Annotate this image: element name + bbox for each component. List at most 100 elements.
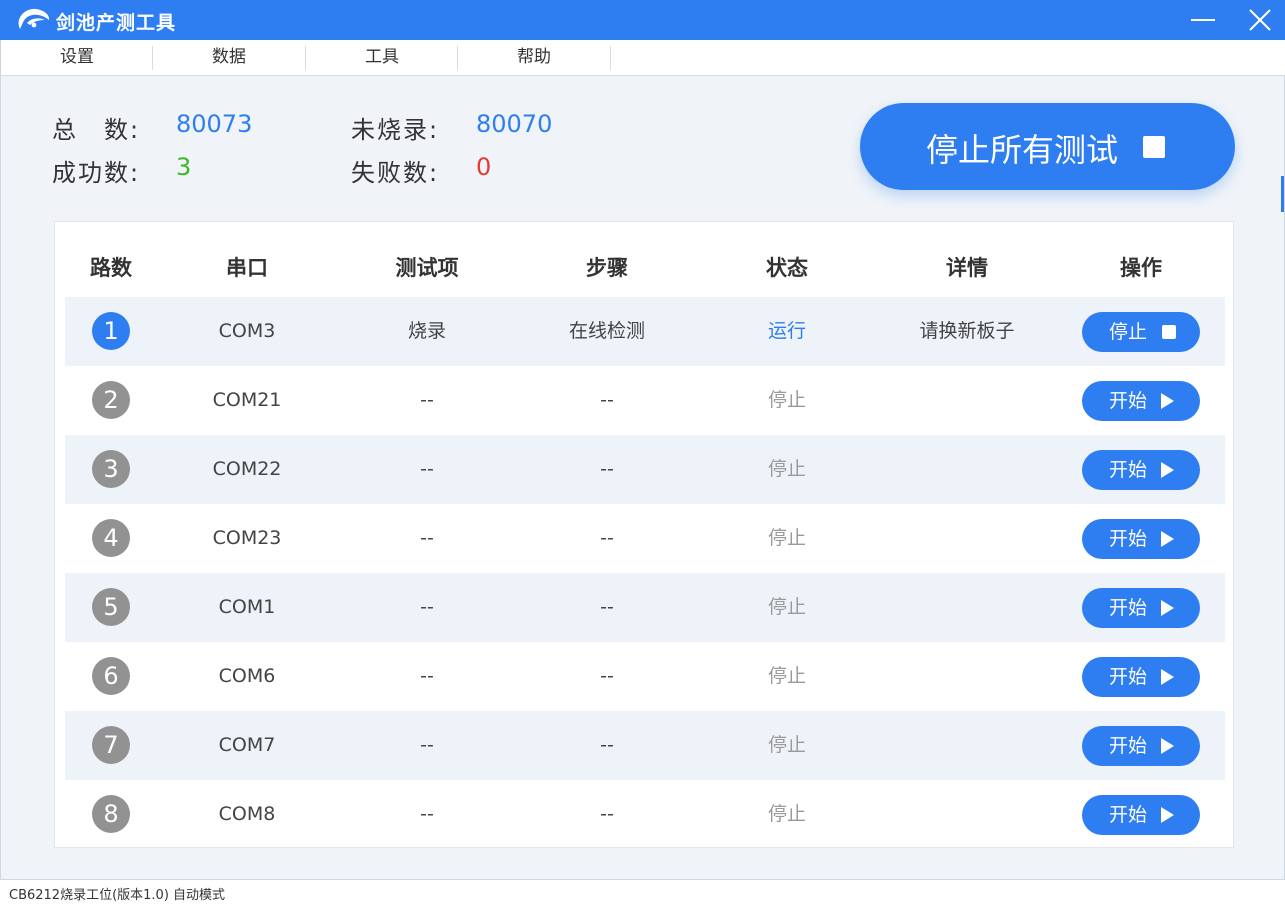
- channel-table: 路数 串口 测试项 步骤 状态 详情 操作 1 COM3 烧录 在线检测 运行 请换新板子…: [54, 221, 1234, 848]
- start-channel-button[interactable]: 开始: [1082, 726, 1200, 766]
- start-channel-button[interactable]: 开始: [1082, 657, 1200, 697]
- header-test-item: 测试项: [395, 256, 459, 280]
- detail-cell: [877, 366, 1057, 435]
- channel-number-badge: 8: [92, 795, 130, 833]
- app-title: 剑池产测工具: [56, 12, 177, 34]
- stop-all-tests-button[interactable]: 停止所有测试: [860, 103, 1235, 190]
- fail-count-label: 失败数:: [351, 159, 440, 187]
- header-action: 操作: [1120, 256, 1162, 280]
- start-channel-button[interactable]: 开始: [1082, 588, 1200, 628]
- step-cell: 在线检测: [568, 320, 645, 342]
- app-logo-icon: [18, 8, 50, 29]
- header-channel: 路数: [90, 256, 132, 280]
- menu-help[interactable]: 帮助: [458, 40, 610, 75]
- action-label: 开始: [1109, 666, 1148, 688]
- status-cell: 停止: [767, 803, 806, 825]
- table-row: 1 COM3 烧录 在线检测 运行 请换新板子 停止: [65, 297, 1225, 366]
- unburned-count-label: 未烧录:: [351, 116, 440, 144]
- play-icon: [1161, 462, 1174, 478]
- test-item-cell: 烧录: [407, 320, 446, 342]
- channel-number-badge: 4: [92, 519, 130, 557]
- test-item-cell: --: [420, 596, 434, 618]
- table-row: 3 COM22 -- -- 停止 开始: [65, 435, 1225, 504]
- header-step: 步骤: [586, 256, 628, 280]
- channel-number-badge: 7: [92, 726, 130, 764]
- minimize-icon: [1191, 19, 1215, 21]
- menu-settings[interactable]: 设置: [1, 40, 153, 75]
- step-cell: --: [600, 803, 614, 825]
- detail-cell: [877, 642, 1057, 711]
- action-label: 开始: [1109, 528, 1148, 550]
- detail-cell: 请换新板子: [919, 320, 1015, 342]
- header-detail: 详情: [946, 256, 988, 280]
- status-cell: 停止: [767, 596, 806, 618]
- step-cell: --: [600, 734, 614, 756]
- status-cell: 运行: [767, 320, 806, 342]
- success-count-value: 3: [176, 153, 192, 181]
- close-button[interactable]: [1243, 6, 1277, 34]
- table-row: 7 COM7 -- -- 停止 开始: [65, 711, 1225, 780]
- port-cell: COM22: [212, 458, 282, 480]
- fail-count-value: 0: [476, 153, 492, 181]
- status-text: CB6212烧录工位(版本1.0) 自动模式: [9, 888, 226, 903]
- action-label: 开始: [1109, 390, 1148, 412]
- port-cell: COM23: [212, 527, 282, 549]
- stop-icon: [1162, 325, 1176, 339]
- test-item-cell: --: [420, 458, 434, 480]
- menu-tools[interactable]: 工具: [306, 40, 458, 75]
- play-icon: [1161, 600, 1174, 616]
- start-channel-button[interactable]: 开始: [1082, 450, 1200, 490]
- play-icon: [1161, 807, 1174, 823]
- port-cell: COM7: [218, 734, 276, 756]
- start-channel-button[interactable]: 开始: [1082, 795, 1200, 835]
- step-cell: --: [600, 527, 614, 549]
- main-content: 总 数: 80073 未烧录: 80070 成功数: 3 失败数: 0 停止所有…: [0, 76, 1285, 879]
- step-cell: --: [600, 458, 614, 480]
- channel-number-badge: 3: [92, 450, 130, 488]
- start-channel-button[interactable]: 开始: [1082, 381, 1200, 421]
- status-bar: CB6212烧录工位(版本1.0) 自动模式: [0, 879, 1285, 905]
- play-icon: [1161, 393, 1174, 409]
- port-cell: COM1: [218, 596, 276, 618]
- minimize-button[interactable]: [1187, 6, 1221, 34]
- status-cell: 停止: [767, 734, 806, 756]
- play-icon: [1161, 669, 1174, 685]
- status-cell: 停止: [767, 527, 806, 549]
- channel-number-badge: 2: [92, 381, 130, 419]
- channel-number-badge: 5: [92, 588, 130, 626]
- test-item-cell: --: [420, 527, 434, 549]
- status-cell: 停止: [767, 458, 806, 480]
- test-item-cell: --: [420, 734, 434, 756]
- table-row: 2 COM21 -- -- 停止 开始: [65, 366, 1225, 435]
- close-icon: [1249, 9, 1271, 31]
- start-channel-button[interactable]: 开始: [1082, 519, 1200, 559]
- unburned-count-value: 80070: [476, 110, 553, 138]
- action-label: 停止: [1109, 321, 1148, 343]
- action-label: 开始: [1109, 597, 1148, 619]
- stop-all-tests-label: 停止所有测试: [926, 131, 1119, 169]
- port-cell: COM8: [218, 803, 276, 825]
- status-cell: 停止: [767, 389, 806, 411]
- scroll-accent: [1281, 176, 1284, 212]
- stop-icon: [1143, 136, 1165, 158]
- table-row: 6 COM6 -- -- 停止 开始: [65, 642, 1225, 711]
- menu-data[interactable]: 数据: [153, 40, 305, 75]
- success-count-label: 成功数:: [52, 159, 141, 187]
- total-count-label: 总 数:: [52, 116, 141, 144]
- step-cell: --: [600, 596, 614, 618]
- play-icon: [1161, 531, 1174, 547]
- action-label: 开始: [1109, 459, 1148, 481]
- header-port: 串口: [226, 256, 268, 280]
- play-icon: [1161, 738, 1174, 754]
- table-row: 5 COM1 -- -- 停止 开始: [65, 573, 1225, 642]
- detail-cell: [877, 435, 1057, 504]
- total-count-value: 80073: [176, 110, 253, 138]
- channel-number-badge: 1: [92, 312, 130, 350]
- channel-number-badge: 6: [92, 657, 130, 695]
- stop-channel-button[interactable]: 停止: [1082, 312, 1200, 352]
- status-cell: 停止: [767, 665, 806, 687]
- menu-bar: 设置 数据 工具 帮助: [0, 40, 1285, 76]
- table-row: 4 COM23 -- -- 停止 开始: [65, 504, 1225, 573]
- test-item-cell: --: [420, 803, 434, 825]
- step-cell: --: [600, 389, 614, 411]
